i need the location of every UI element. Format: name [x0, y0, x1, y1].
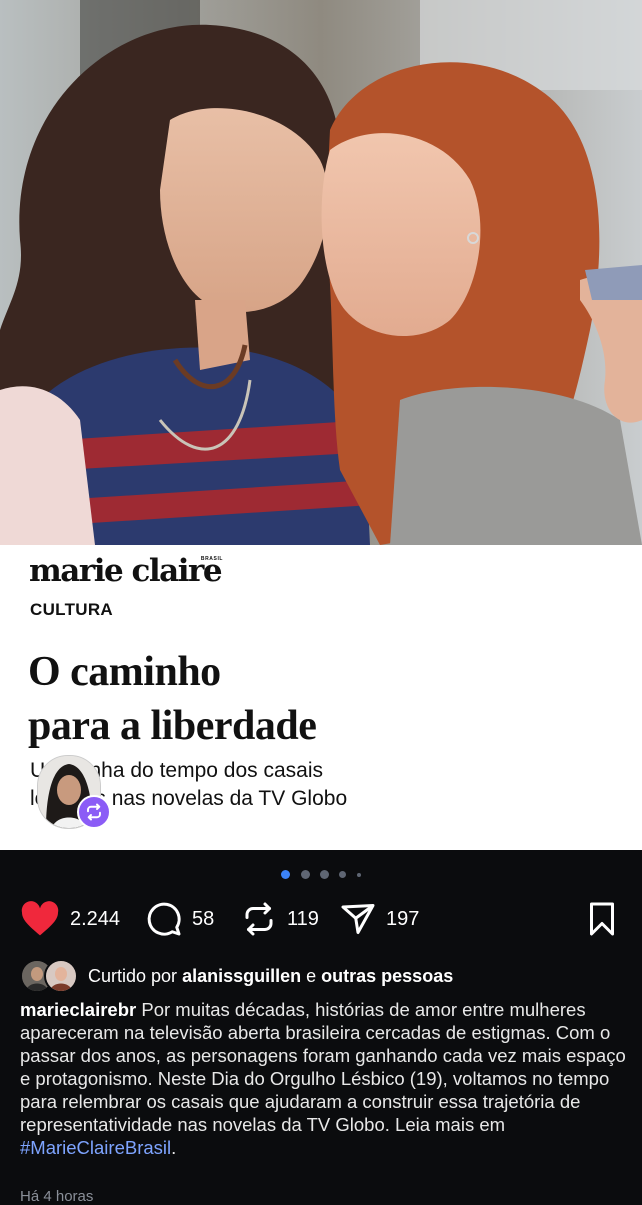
carousel-dot [320, 870, 329, 880]
brand-sub: BRASIL [200, 556, 224, 562]
share-count: 197 [386, 907, 420, 930]
brand-logo: marie claire BRASIL [29, 553, 224, 589]
section-label: CULTURA [30, 600, 113, 619]
article-headline: O caminho para a liberdade [28, 645, 588, 753]
post-photo[interactable] [0, 0, 642, 545]
headline-line: O caminho [28, 649, 221, 695]
caption-hashtag[interactable]: #MarieClaireBrasil [20, 1137, 171, 1158]
carousel-dot [281, 870, 291, 880]
heart-icon [21, 901, 59, 936]
repost-icon [245, 902, 273, 936]
liked-by-row[interactable]: Curtido por alanissguillen e outras pess… [20, 958, 453, 994]
repost-button[interactable]: 119 [241, 896, 319, 942]
repost-badge-icon [77, 795, 111, 829]
carousel-dot [356, 872, 361, 877]
liked-by-others[interactable]: outras pessoas [321, 966, 453, 987]
post-caption: marieclairebr Por muitas décadas, histór… [20, 998, 632, 1159]
like-button[interactable]: 2.244 [20, 896, 120, 942]
liker-avatar [44, 959, 78, 993]
caption-end: . [171, 1137, 177, 1158]
comment-icon [147, 902, 181, 936]
bookmark-icon [590, 902, 614, 936]
reposter-avatar[interactable] [37, 755, 111, 829]
comment-button[interactable]: 58 [146, 896, 214, 942]
headline-line: para a liberdade [28, 703, 317, 749]
liked-by-connector: e [306, 965, 317, 986]
like-count: 2.244 [70, 907, 121, 930]
send-icon [341, 904, 375, 934]
share-button[interactable]: 197 [340, 896, 419, 942]
action-bar: 2.244 58 119 197 [0, 896, 642, 942]
caption-username[interactable]: marieclairebr [20, 999, 136, 1020]
carousel-dot [300, 870, 310, 880]
liked-by-prefix: Curtido por [88, 965, 178, 986]
brand-name: marie claire [29, 553, 223, 589]
post-timestamp: Há 4 horas [20, 1188, 94, 1205]
photo-illustration [0, 0, 642, 545]
repost-count: 119 [287, 907, 319, 930]
carousel-dot [339, 871, 347, 879]
comment-count: 58 [192, 907, 215, 930]
carousel-indicator [0, 866, 642, 882]
liked-by-user[interactable]: alanissguillen [182, 966, 301, 987]
save-button[interactable] [584, 896, 620, 942]
